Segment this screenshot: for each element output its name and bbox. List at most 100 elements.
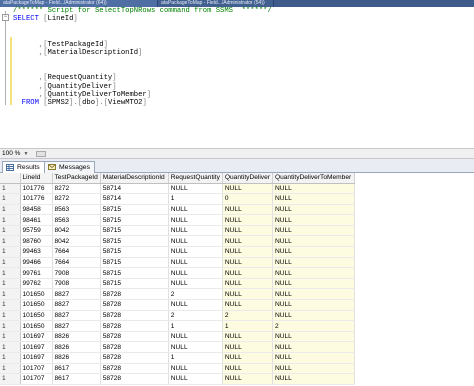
table-cell[interactable]: NULL [222,299,273,311]
table-row[interactable]: 1 101776 8272 58714 NULL NULL NULL [0,183,355,195]
grid-corner[interactable] [0,173,21,184]
table-cell[interactable]: 58728 [100,373,169,385]
table-row[interactable]: 1 101707 8617 58728 NULL NULL NULL [0,373,355,385]
row-number[interactable]: 1 [0,278,21,290]
table-cell[interactable]: 58728 [100,352,169,364]
row-number[interactable]: 1 [0,320,21,332]
table-cell[interactable]: NULL [272,235,355,248]
table-cell[interactable]: 58728 [100,310,169,322]
row-number[interactable]: 1 [0,331,21,343]
column-header[interactable]: QuantityDeliver [222,173,273,184]
row-number[interactable]: 1 [0,246,21,258]
table-cell[interactable]: NULL [168,257,223,269]
table-cell[interactable]: 99463 [20,246,53,258]
table-row[interactable]: 1 101707 8617 58728 NULL NULL NULL [0,363,355,375]
table-cell[interactable]: 58728 [100,341,169,353]
table-cell[interactable]: 58715 [100,214,169,226]
table-cell[interactable]: 1 [222,320,273,332]
table-cell[interactable]: 58715 [100,267,169,279]
table-cell[interactable]: 1 [168,352,223,364]
table-cell[interactable]: NULL [272,267,355,279]
table-cell[interactable]: 8617 [52,373,101,385]
table-cell[interactable]: 58715 [100,235,169,248]
table-row[interactable]: 1 99761 7908 58715 NULL NULL NULL [0,267,355,279]
row-number[interactable]: 1 [0,299,21,311]
table-cell[interactable]: 7664 [52,246,101,258]
table-cell[interactable]: NULL [272,373,355,385]
table-cell[interactable]: 98461 [20,214,53,226]
table-cell[interactable]: NULL [272,341,355,353]
table-cell[interactable]: NULL [222,235,273,248]
sql-code[interactable]: /****** Script for SelectTopNRows comman… [13,7,272,108]
table-row[interactable]: 1 101650 8827 58728 2 NULL NULL [0,288,355,301]
table-row[interactable]: 1 101650 8827 58728 1 1 2 [0,320,355,332]
table-cell[interactable]: NULL [272,363,355,375]
table-cell[interactable]: NULL [272,288,355,301]
table-row[interactable]: 1 101697 8826 58728 NULL NULL NULL [0,341,355,353]
table-cell[interactable]: 8827 [52,310,101,322]
row-number[interactable]: 1 [0,235,21,248]
table-cell[interactable]: NULL [222,214,273,226]
table-cell[interactable]: NULL [168,341,223,353]
table-row[interactable]: 1 101776 8272 58714 1 0 NULL [0,193,355,205]
row-number[interactable]: 1 [0,341,21,353]
table-cell[interactable]: 7908 [52,267,101,279]
document-tab-2[interactable]: ataPackageToMap - Field.../Administrator… [158,0,274,7]
table-cell[interactable]: NULL [272,299,355,311]
table-row[interactable]: 1 99762 7908 58715 NULL NULL NULL [0,278,355,290]
table-row[interactable]: 1 101697 8826 58728 NULL NULL NULL [0,331,355,343]
table-cell[interactable]: 8827 [52,320,101,332]
table-cell[interactable]: 2 [168,310,223,322]
column-header[interactable]: RequestQuantity [168,173,223,184]
row-number[interactable]: 1 [0,373,21,385]
table-cell[interactable]: 101650 [20,299,53,311]
table-cell[interactable]: NULL [222,183,273,195]
table-cell[interactable]: NULL [168,235,223,248]
table-cell[interactable]: 8826 [52,352,101,364]
table-cell[interactable]: NULL [222,331,273,343]
table-row[interactable]: 1 99466 7664 58715 NULL NULL NULL [0,257,355,269]
row-number[interactable]: 1 [0,288,21,301]
row-number[interactable]: 1 [0,183,21,195]
table-cell[interactable]: NULL [222,225,273,237]
row-number[interactable]: 1 [0,214,21,226]
table-cell[interactable]: NULL [272,257,355,269]
table-cell[interactable]: 101707 [20,363,53,375]
table-cell[interactable]: NULL [272,225,355,237]
table-cell[interactable]: 8042 [52,235,101,248]
table-cell[interactable]: NULL [168,214,223,226]
table-cell[interactable]: NULL [222,267,273,279]
row-number[interactable]: 1 [0,225,21,237]
table-cell[interactable]: 58728 [100,331,169,343]
table-cell[interactable]: 0 [222,193,273,205]
table-cell[interactable]: 58714 [100,193,169,205]
table-cell[interactable]: 2 [168,288,223,301]
table-cell[interactable]: NULL [272,310,355,322]
row-number[interactable]: 1 [0,310,21,322]
table-cell[interactable]: 1 [168,193,223,205]
table-cell[interactable]: NULL [222,204,273,216]
table-cell[interactable]: 101697 [20,341,53,353]
table-cell[interactable]: NULL [222,278,273,290]
table-cell[interactable]: 7908 [52,278,101,290]
table-cell[interactable]: 99761 [20,267,53,279]
tab-messages[interactable]: Messages [44,161,95,173]
table-row[interactable]: 1 101650 8827 58728 NULL NULL NULL [0,299,355,311]
table-cell[interactable]: NULL [272,278,355,290]
column-header[interactable]: LineId [20,173,53,184]
table-cell[interactable]: 101776 [20,193,53,205]
table-row[interactable]: 1 98461 8563 58715 NULL NULL NULL [0,214,355,226]
table-cell[interactable]: NULL [272,183,355,195]
table-cell[interactable]: NULL [168,267,223,279]
table-cell[interactable]: 2 [222,310,273,322]
horizontal-scrollbar[interactable] [36,151,46,157]
table-cell[interactable]: 8827 [52,288,101,301]
table-row[interactable]: 1 101697 8826 58728 1 NULL NULL [0,352,355,364]
table-cell[interactable]: 95759 [20,225,53,237]
table-cell[interactable]: NULL [222,288,273,301]
table-cell[interactable]: NULL [222,257,273,269]
table-cell[interactable]: 101776 [20,183,53,195]
table-cell[interactable]: NULL [168,363,223,375]
zoom-dropdown[interactable]: 100 % ▼ [2,150,28,158]
table-cell[interactable]: NULL [222,363,273,375]
